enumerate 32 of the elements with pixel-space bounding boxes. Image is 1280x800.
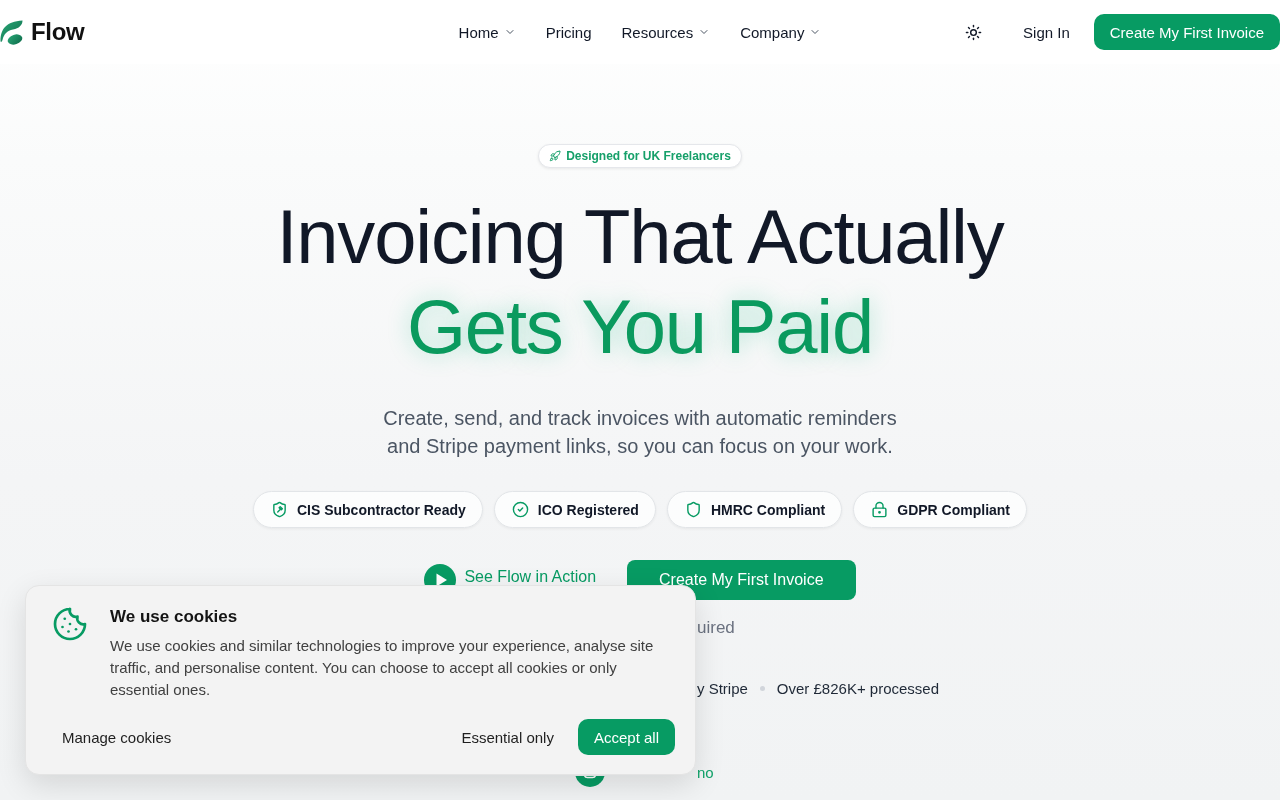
trust-badge-label: GDPR Compliant (897, 501, 1011, 518)
create-invoice-button[interactable]: Create My First Invoice (1093, 14, 1280, 50)
hero-title: Invoicing That Actually (276, 193, 1004, 281)
cookie-title: We use cookies (110, 606, 239, 628)
brand-logo[interactable]: Flow (31, 18, 85, 46)
shield-hammer-icon (270, 501, 288, 518)
sign-in-button[interactable]: Sign In (1007, 15, 1086, 49)
cookie-text: We use cookies and similar technologies to improve your experience, analyse site traffic, and personalise content. You can choose to accept all cookies or only essential ones. (110, 636, 655, 700)
trust-badge-label: CIS Subcontractor Ready (296, 501, 466, 518)
nav-link[interactable]: Home (456, 17, 518, 47)
manage-cookies-button[interactable]: Manage cookies (50, 719, 184, 755)
stat-text: Over £826K+ processed (776, 679, 940, 697)
essential-button[interactable]: Essential only (449, 719, 566, 755)
trust-badge-label: HMRC Compliant (710, 501, 826, 518)
accept-button[interactable]: Accept all (577, 719, 675, 755)
separator-dot-icon (759, 685, 765, 691)
hero-title-highlight: Gets You Paid (406, 283, 874, 371)
stat-text: y Stripe (697, 679, 748, 697)
cookie-icon (52, 606, 88, 642)
shield-icon (684, 501, 702, 518)
nav-link[interactable]: Company (738, 17, 824, 47)
rocket-icon (549, 150, 562, 162)
check-circle-icon (511, 501, 529, 518)
hero-subtitle: Create, send, and track invoices with automatic reminders and Stripe payment links, so you can focus on your work. (382, 406, 898, 459)
leaf-logo-icon (0, 19, 23, 45)
tagline-text: Designed for UK Freelancers (566, 149, 731, 163)
trust-badge-label: ICO Registered (537, 501, 639, 518)
lock-icon (871, 501, 889, 518)
note-text: uired (697, 618, 735, 638)
nav-link[interactable]: Pricing (543, 17, 594, 47)
sun-icon (964, 23, 982, 41)
nav-link[interactable]: Resources (619, 17, 713, 47)
